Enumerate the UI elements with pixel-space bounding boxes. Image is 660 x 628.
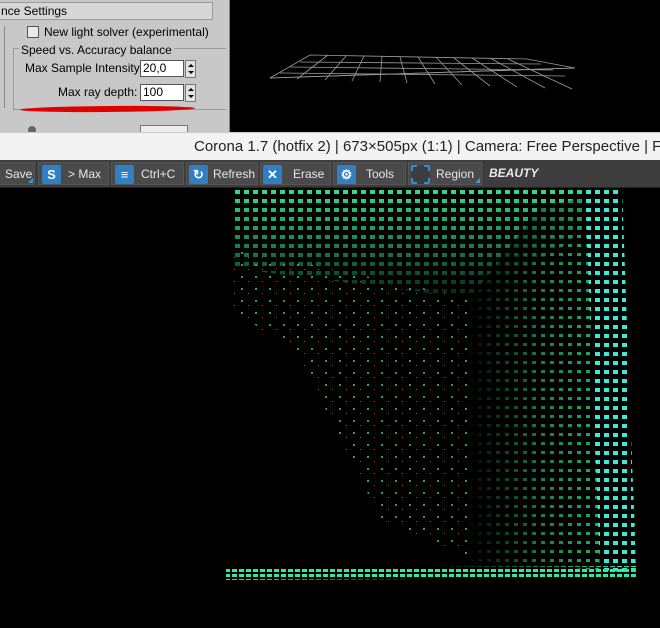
max-ray-depth-label: Max ray depth: — [58, 85, 138, 99]
rollout-title: nce Settings — [1, 4, 68, 18]
point-cloud-render — [226, 188, 637, 580]
max-sample-intensity-input[interactable]: 20,0 — [140, 60, 184, 77]
region-button[interactable]: Region — [408, 162, 482, 185]
refresh-button[interactable]: ↻ Refresh — [186, 162, 258, 185]
copy-button[interactable]: ≡ Ctrl+C — [111, 162, 184, 185]
save-dropdown-icon — [28, 178, 33, 183]
erase-button[interactable]: ✕ Erase — [260, 162, 331, 185]
tools-button[interactable]: ⚙ Tools — [333, 162, 406, 185]
max-ray-depth-spinner[interactable] — [185, 84, 196, 102]
max-logo-icon: S — [42, 165, 61, 184]
frame-buffer-toolbar: Save S > Max ≡ Ctrl+C ↻ Refresh ✕ Erase … — [0, 160, 660, 188]
copy-document-icon: ≡ — [115, 165, 134, 184]
frame-buffer-titlebar: Corona 1.7 (hotfix 2) | 673×505px (1:1) … — [0, 132, 660, 161]
frame-buffer-title: Corona 1.7 (hotfix 2) | 673×505px (1:1) … — [194, 138, 660, 155]
render-pass-selector[interactable]: BEAUTY — [489, 166, 538, 180]
new-light-solver-checkbox[interactable] — [27, 26, 39, 38]
speed-accuracy-group-title: Speed vs. Accuracy balance — [19, 43, 174, 57]
to-max-button[interactable]: S > Max — [38, 162, 109, 185]
region-dropdown-icon — [475, 178, 480, 183]
performance-settings-panel: nce Settings New light solver (experimen… — [0, 0, 230, 132]
max-sample-intensity-label: Max Sample Intensity: — [25, 61, 144, 75]
panel-divider — [0, 26, 5, 108]
refresh-icon: ↻ — [189, 165, 208, 184]
gear-icon: ⚙ — [337, 165, 356, 184]
save-button[interactable]: Save — [0, 162, 35, 185]
wireframe-plane — [269, 54, 576, 90]
new-light-solver-label: New light solver (experimental) — [44, 25, 209, 39]
red-annotation-underline — [19, 105, 196, 113]
cut-off-input — [140, 125, 188, 132]
cut-off-next-row — [28, 124, 218, 132]
erase-x-icon: ✕ — [263, 165, 282, 184]
max-ray-depth-input[interactable]: 100 — [140, 84, 184, 101]
region-select-icon — [411, 165, 430, 184]
max-sample-intensity-spinner[interactable] — [185, 60, 196, 78]
rendered-image — [0, 188, 660, 623]
rollout-header[interactable]: nce Settings — [0, 2, 213, 20]
max-viewport[interactable] — [230, 0, 660, 132]
